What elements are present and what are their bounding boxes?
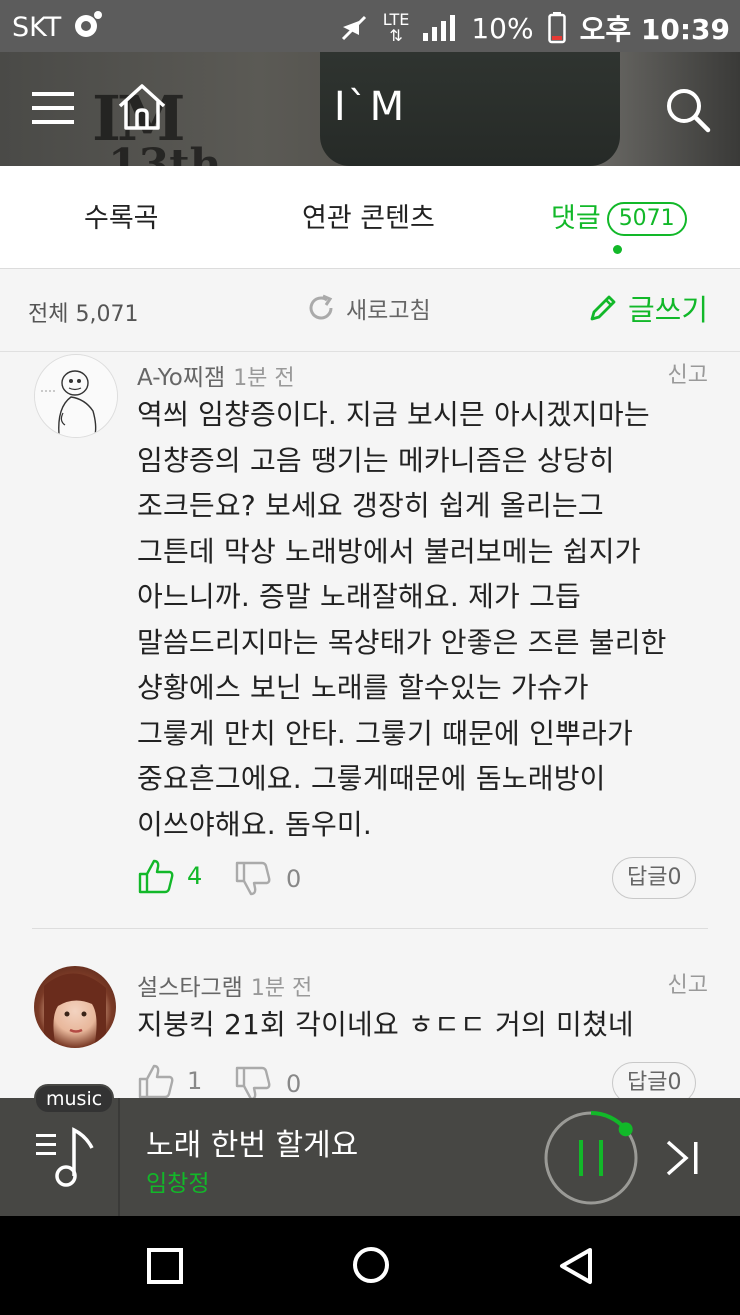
back-button[interactable] bbox=[556, 1246, 596, 1286]
like-count: 1 bbox=[187, 1067, 203, 1095]
comments-toolbar: 전체 5,071 새로고침 글쓰기 bbox=[0, 269, 740, 352]
write-button[interactable]: 글쓰기 bbox=[588, 287, 708, 329]
thumbs-up-icon bbox=[138, 1064, 174, 1098]
song-title[interactable]: 노래 한번 할게요 bbox=[146, 1120, 358, 1164]
avatar[interactable] bbox=[34, 966, 116, 1048]
dislike-count: 0 bbox=[286, 865, 302, 893]
reply-button[interactable]: 답글0 bbox=[612, 1062, 697, 1098]
like-count: 4 bbox=[187, 862, 203, 890]
dislike-button[interactable]: 0 bbox=[234, 860, 301, 898]
status-bar: SKT LTE ⇅ 10% 오후 10:39 bbox=[0, 0, 740, 52]
tab-tracks[interactable]: 수록곡 bbox=[84, 196, 159, 235]
refresh-button[interactable]: 새로고침 bbox=[306, 291, 431, 325]
status-right: LTE ⇅ 10% 오후 10:39 bbox=[339, 8, 730, 48]
mini-player: music 노래 한번 할게요 임창정 bbox=[0, 1084, 740, 1216]
mute-icon bbox=[341, 15, 366, 41]
report-button[interactable]: 신고 bbox=[668, 967, 708, 999]
dislike-button[interactable]: 0 bbox=[234, 1065, 301, 1098]
tab-related[interactable]: 연관 콘텐츠 bbox=[302, 196, 435, 235]
reply-button[interactable]: 답글0 bbox=[612, 857, 697, 899]
clock: 오후 10:39 bbox=[579, 13, 730, 46]
player-divider bbox=[118, 1098, 120, 1216]
system-nav-bar bbox=[0, 1216, 740, 1315]
dislike-count: 0 bbox=[286, 1070, 302, 1098]
avatar-drawing bbox=[35, 355, 117, 437]
comment-divider bbox=[32, 928, 708, 929]
comment-body: 역씌 임챵증이다. 지금 보시믄 아시겠지마는 임챵증의 고음 땡기는 메카니즘… bbox=[137, 398, 667, 841]
pause-button[interactable] bbox=[541, 1108, 641, 1208]
like-button[interactable]: 1 bbox=[137, 1062, 202, 1098]
artist-name[interactable]: 임창정 bbox=[146, 1164, 209, 1198]
search-icon[interactable] bbox=[664, 86, 712, 134]
header-bg-text-2: 13th bbox=[108, 140, 222, 166]
comment-author[interactable]: 설스타그램 bbox=[137, 975, 243, 1001]
signal-icon bbox=[423, 15, 456, 41]
comment-body: 지붕킥 21회 각이네요 ㅎㄷㄷ 거의 미쳤네 bbox=[137, 1008, 634, 1041]
comment-count-badge: 5071 bbox=[606, 202, 687, 236]
comment-meta: 설스타그램 1분 전 bbox=[137, 968, 312, 1002]
carrier-label: SKT bbox=[12, 10, 106, 43]
comment-time: 1분 전 bbox=[233, 366, 295, 391]
recents-button[interactable] bbox=[145, 1246, 185, 1286]
thumbs-up-icon bbox=[138, 859, 174, 894]
thumbs-down-icon bbox=[235, 861, 271, 896]
battery-percent: 10% bbox=[471, 11, 534, 45]
refresh-icon bbox=[309, 294, 333, 320]
album-header: IM 13th I`M bbox=[0, 52, 740, 166]
playlist-icon[interactable] bbox=[36, 1126, 98, 1188]
next-track-icon[interactable] bbox=[664, 1140, 704, 1176]
notification-icon bbox=[74, 11, 102, 37]
home-button[interactable] bbox=[350, 1244, 392, 1286]
like-button[interactable]: 4 bbox=[137, 857, 202, 895]
active-tab-indicator bbox=[613, 245, 622, 254]
comment-time: 1분 전 bbox=[250, 976, 313, 1001]
thumbs-down-icon bbox=[235, 1066, 271, 1098]
report-button[interactable]: 신고 bbox=[668, 357, 708, 389]
comment-item: A-Yo찌잼 1분 전 신고 역씌 임챵증이다. 지금 보시믄 아시겠지마는 임챵… bbox=[0, 352, 740, 930]
avatar-photo bbox=[44, 973, 106, 1048]
tab-bar: 수록곡 연관 콘텐츠 댓글 5071 bbox=[0, 166, 740, 269]
page-title: I`M bbox=[333, 84, 407, 130]
comment-meta: A-Yo찌잼 1분 전 bbox=[137, 358, 295, 392]
avatar[interactable] bbox=[34, 354, 118, 438]
network-type: LTE ⇅ bbox=[382, 10, 410, 45]
tab-comments[interactable]: 댓글 5071 bbox=[551, 196, 687, 236]
comment-item: 설스타그램 1분 전 신고 지붕킥 21회 각이네요 ㅎㄷㄷ 거의 미쳤네 1 0… bbox=[0, 962, 740, 1098]
music-tag: music bbox=[34, 1084, 115, 1114]
battery-icon bbox=[547, 12, 566, 44]
total-count: 전체 5,071 bbox=[28, 302, 139, 327]
comment-author[interactable]: A-Yo찌잼 bbox=[137, 365, 225, 391]
pencil-icon bbox=[590, 295, 616, 321]
